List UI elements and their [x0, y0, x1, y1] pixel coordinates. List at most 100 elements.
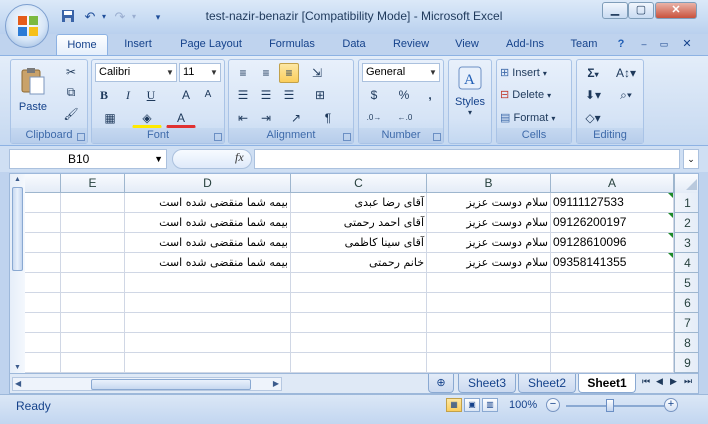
insert-cells-button[interactable]: ⊞ Insert ▾	[499, 63, 569, 83]
cell-a5[interactable]	[551, 273, 674, 292]
help-icon[interactable]: ?	[612, 34, 630, 56]
autosum-button[interactable]: Σ▾	[579, 63, 607, 83]
cell-c9[interactable]	[291, 353, 427, 372]
tab-formulas[interactable]: Formulas	[262, 34, 322, 56]
cell-d7[interactable]	[125, 313, 291, 332]
ribbon-restore-icon[interactable]: ▭	[656, 34, 672, 56]
zoom-level[interactable]: 100%	[509, 399, 537, 411]
normal-view-icon[interactable]: ▦	[446, 398, 462, 412]
align-center-icon[interactable]: ☰	[256, 85, 276, 105]
select-all-corner[interactable]	[674, 174, 698, 193]
row-header[interactable]: 7	[674, 313, 698, 333]
scroll-right-icon[interactable]: ▶	[273, 378, 279, 390]
cell-b1[interactable]: سلام دوست عزیز	[427, 193, 551, 212]
italic-button[interactable]: I	[119, 85, 137, 105]
column-header-c[interactable]: C	[291, 174, 427, 193]
tab-page-layout[interactable]: Page Layout	[172, 34, 250, 56]
scroll-down-icon[interactable]: ▼	[11, 362, 24, 373]
column-header-e[interactable]: E	[61, 174, 125, 193]
clear-icon[interactable]: ◇▾	[579, 108, 607, 128]
cell-blank2[interactable]	[25, 213, 61, 232]
align-left-icon[interactable]: ☰	[233, 85, 253, 105]
sort-filter-icon[interactable]: A↕▾	[611, 63, 641, 83]
cell-b7[interactable]	[427, 313, 551, 332]
last-sheet-icon[interactable]: ⏭	[684, 376, 692, 387]
tab-home[interactable]: Home	[56, 34, 108, 56]
decrease-indent-icon[interactable]: ⇤	[233, 108, 253, 128]
vertical-scroll-thumb[interactable]	[12, 187, 23, 271]
first-sheet-icon[interactable]: ⏮	[642, 376, 650, 387]
cell-blank9[interactable]	[25, 353, 61, 372]
page-break-preview-icon[interactable]: ▥	[482, 398, 498, 412]
cell-a3[interactable]: 09128610096	[551, 233, 674, 252]
insert-function-icon[interactable]: fx	[235, 150, 244, 165]
align-middle-icon[interactable]: ≡	[256, 63, 276, 83]
cell-b4[interactable]: سلام دوست عزیز	[427, 253, 551, 272]
cell-e3[interactable]	[61, 233, 125, 252]
cell-c3[interactable]: آقای سینا کاظمی	[291, 233, 427, 252]
tab-team[interactable]: Team	[564, 34, 604, 56]
horizontal-scroll-thumb[interactable]	[91, 379, 251, 390]
cell-e1[interactable]	[61, 193, 125, 212]
prev-sheet-icon[interactable]: ◀	[656, 376, 663, 387]
cell-b3[interactable]: سلام دوست عزیز	[427, 233, 551, 252]
increase-indent-icon[interactable]: ⇥	[256, 108, 276, 128]
cell-d2[interactable]: بیمه شما منقضی شده است	[125, 213, 291, 232]
styles-button[interactable]: A Styles ▾	[451, 62, 489, 126]
align-right-icon[interactable]: ☰	[279, 85, 299, 105]
name-box[interactable]: B10 ▼	[9, 149, 167, 169]
close-button[interactable]: ✕	[655, 2, 697, 19]
orientation-icon[interactable]: ↗	[283, 108, 309, 128]
cell-b9[interactable]	[427, 353, 551, 372]
cell-d4[interactable]: بیمه شما منقضی شده است	[125, 253, 291, 272]
currency-icon[interactable]: $	[362, 85, 386, 105]
row-header[interactable]: 4	[674, 253, 698, 273]
grow-font-button[interactable]: A	[177, 85, 195, 105]
cell-blank4[interactable]	[25, 253, 61, 272]
cell-c1[interactable]: آقای رضا عبدی	[291, 193, 427, 212]
cell-c6[interactable]	[291, 293, 427, 312]
scroll-up-icon[interactable]: ▲	[11, 174, 24, 186]
cell-c2[interactable]: آقای احمد رحمتی	[291, 213, 427, 232]
column-header-b[interactable]: B	[427, 174, 551, 193]
column-header-blank[interactable]	[25, 174, 61, 193]
page-layout-view-icon[interactable]: ▣	[464, 398, 480, 412]
cell-e8[interactable]	[61, 333, 125, 352]
cell-blank6[interactable]	[25, 293, 61, 312]
cell-blank5[interactable]	[25, 273, 61, 292]
row-header[interactable]: 2	[674, 213, 698, 233]
sheet-tab-sheet2[interactable]: Sheet2	[518, 374, 576, 393]
cell-e6[interactable]	[61, 293, 125, 312]
tab-view[interactable]: View	[448, 34, 486, 56]
font-launcher-icon[interactable]	[214, 133, 222, 141]
format-painter-icon[interactable]: 🖌	[61, 104, 81, 124]
tab-review[interactable]: Review	[386, 34, 436, 56]
row-header[interactable]: 5	[674, 273, 698, 293]
font-name-combo[interactable]: Calibri ▼	[95, 63, 177, 82]
row-header[interactable]: 6	[674, 293, 698, 313]
ribbon-minimize-icon[interactable]: –	[636, 34, 652, 56]
wrap-text-icon[interactable]: ⇲	[307, 63, 327, 83]
cell-d6[interactable]	[125, 293, 291, 312]
cell-b2[interactable]: سلام دوست عزیز	[427, 213, 551, 232]
cell-b8[interactable]	[427, 333, 551, 352]
cell-a7[interactable]	[551, 313, 674, 332]
cell-blank3[interactable]	[25, 233, 61, 252]
cell-c7[interactable]	[291, 313, 427, 332]
minimize-button[interactable]: ▁	[602, 2, 628, 19]
cell-c5[interactable]	[291, 273, 427, 292]
cell-d8[interactable]	[125, 333, 291, 352]
fill-color-icon[interactable]: ◈	[132, 108, 162, 128]
align-top-icon[interactable]: ≡	[233, 63, 253, 83]
cell-blank8[interactable]	[25, 333, 61, 352]
font-size-combo[interactable]: 11 ▼	[179, 63, 221, 82]
comma-button[interactable]: ,	[421, 85, 439, 105]
cell-d3[interactable]: بیمه شما منقضی شده است	[125, 233, 291, 252]
increase-decimal-icon[interactable]: .0→	[362, 108, 386, 128]
scroll-left-icon[interactable]: ◀	[15, 378, 21, 390]
cell-blank1[interactable]	[25, 193, 61, 212]
cell-e2[interactable]	[61, 213, 125, 232]
alignment-launcher-icon[interactable]	[343, 133, 351, 141]
cell-a8[interactable]	[551, 333, 674, 352]
sheet-tab-sheet3[interactable]: Sheet3	[458, 374, 516, 393]
